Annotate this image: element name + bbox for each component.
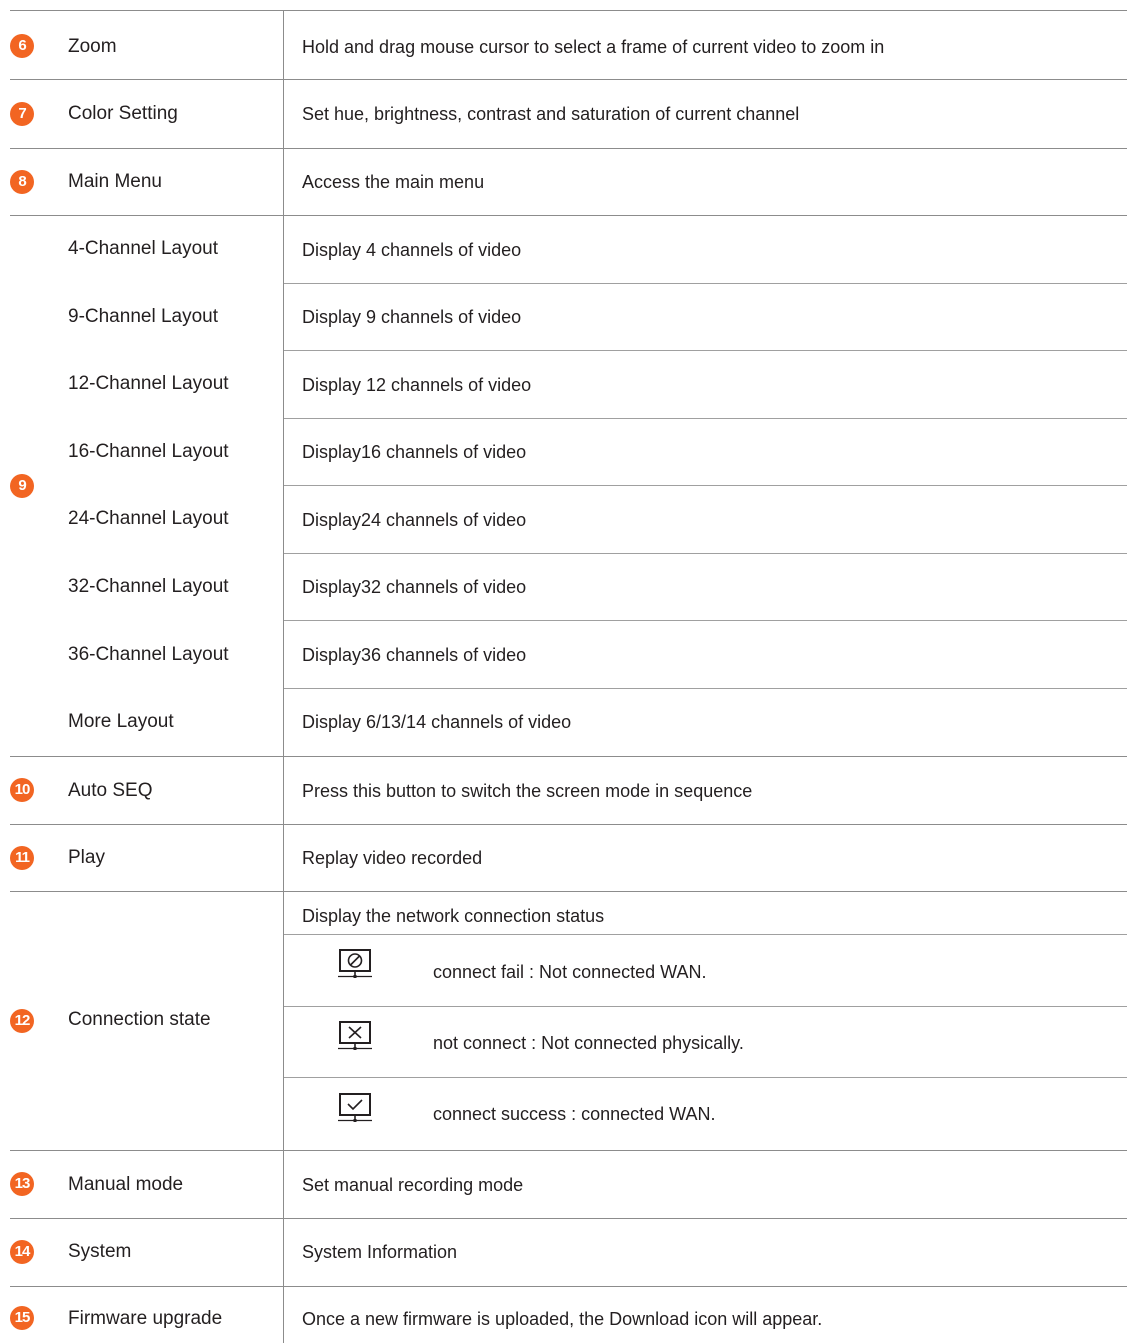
table-rule (10, 10, 1127, 11)
table-rule (10, 1286, 1127, 1287)
connection-state-description: not connect : Not connected physically. (433, 1033, 744, 1053)
table-rule (284, 1006, 1127, 1007)
layout-name: 4-Channel Layout (68, 238, 218, 259)
layout-description: Display 9 channels of video (302, 307, 522, 327)
connection-state-description: connect fail : Not connected WAN. (433, 962, 707, 982)
item-number-badge: 10 (10, 778, 34, 802)
layout-name: 36-Channel Layout (68, 644, 229, 665)
table-rule (10, 824, 1127, 825)
table-rule (10, 79, 1127, 80)
column-divider (283, 10, 284, 1343)
item-number-badge: 15 (10, 1306, 34, 1330)
function-name: Color Setting (68, 103, 178, 124)
table-rule (284, 1077, 1127, 1078)
table-rule (284, 934, 1127, 935)
layout-description: Display 12 channels of video (302, 375, 532, 395)
layout-description: Display16 channels of video (302, 442, 527, 462)
layout-description: Display32 channels of video (302, 577, 527, 597)
function-table: 6 Zoom Hold and drag mouse cursor to sel… (0, 0, 1127, 1343)
function-name: Main Menu (68, 171, 162, 192)
function-description: Display the network connection status (302, 906, 605, 926)
function-name: Auto SEQ (68, 780, 153, 801)
connect-fail-icon (338, 949, 372, 978)
function-description: Set manual recording mode (302, 1175, 524, 1195)
table-rule (284, 350, 1127, 351)
function-name: Manual mode (68, 1174, 184, 1195)
function-name: Connection state (68, 1009, 211, 1030)
table-rule (10, 1218, 1127, 1219)
item-number-badge: 7 (10, 102, 34, 126)
table-rule (284, 485, 1127, 486)
item-number-badge: 14 (10, 1240, 34, 1264)
table-rule (284, 620, 1127, 621)
function-description: Set hue, brightness, contrast and satura… (302, 104, 800, 124)
layout-name: 16-Channel Layout (68, 441, 229, 462)
function-description: Replay video recorded (302, 848, 483, 868)
layout-name: 32-Channel Layout (68, 576, 229, 597)
item-number-badge: 12 (10, 1009, 34, 1033)
not-connect-icon (338, 1021, 372, 1050)
layout-name: 9-Channel Layout (68, 306, 218, 327)
layout-name: 24-Channel Layout (68, 508, 229, 529)
table-rule (10, 148, 1127, 149)
table-rule (284, 283, 1127, 284)
item-number-badge: 11 (10, 846, 34, 870)
item-number-badge: 8 (10, 170, 34, 194)
layout-name: 12-Channel Layout (68, 373, 229, 394)
item-number-badge: 6 (10, 34, 34, 58)
layout-description: Display24 channels of video (302, 510, 527, 530)
function-description: Once a new firmware is uploaded, the Dow… (302, 1309, 823, 1329)
table-rule (10, 756, 1127, 757)
table-rule (10, 1150, 1127, 1151)
function-name: System (68, 1241, 132, 1262)
function-name: Zoom (68, 36, 117, 57)
layout-name: More Layout (68, 711, 174, 732)
table-rule (10, 891, 1127, 892)
table-rule (284, 553, 1127, 554)
connect-success-icon (338, 1093, 372, 1122)
item-number-badge: 13 (10, 1172, 34, 1196)
table-rule (284, 688, 1127, 689)
function-name: Play (68, 847, 105, 868)
function-name: Firmware upgrade (68, 1308, 223, 1329)
layout-description: Display 4 channels of video (302, 240, 522, 260)
connection-state-description: connect success : connected WAN. (433, 1104, 716, 1124)
function-description: System Information (302, 1242, 458, 1262)
function-description: Hold and drag mouse cursor to select a f… (302, 37, 885, 57)
table-rule (284, 418, 1127, 419)
function-description: Access the main menu (302, 172, 485, 192)
layout-description: Display36 channels of video (302, 645, 527, 665)
table-rule (10, 215, 1127, 216)
layout-description: Display 6/13/14 channels of video (302, 712, 572, 732)
item-number-badge: 9 (10, 474, 34, 498)
function-description: Press this button to switch the screen m… (302, 781, 753, 801)
